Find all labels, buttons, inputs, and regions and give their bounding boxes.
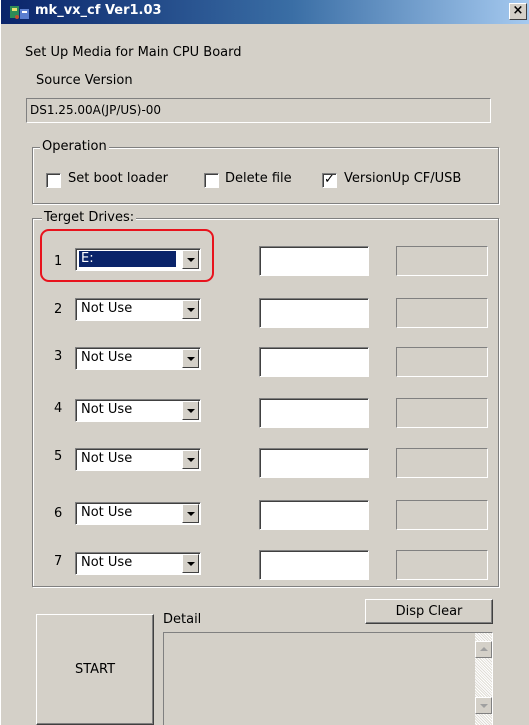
disp-clear-button[interactable]: Disp Clear [365,599,493,624]
source-version-value: DS1.25.00A(JP/US)-00 [30,103,162,117]
chevron-down-icon[interactable] [182,300,199,319]
chevron-down-icon[interactable] [182,450,199,469]
source-version-label: Source Version [36,73,133,88]
detail-scrollbar[interactable] [475,633,492,725]
target-drives-group-title: Terget Drives: [42,210,137,225]
drive-select-5-value: Not Use [81,451,133,466]
app-icon [10,6,29,19]
versionup-label[interactable]: VersionUp CF/USB [344,171,461,186]
delete-file-checkbox[interactable] [204,173,219,188]
drive-select-2[interactable]: Not Use [75,298,201,321]
window-title: mk_vx_cf Ver1.03 [35,3,162,18]
drive-progress-field-3[interactable] [259,347,369,377]
drive-select-4[interactable]: Not Use [75,399,201,422]
drive-number-7: 7 [54,554,63,569]
drive-status-field-6 [396,500,488,530]
drive-select-7[interactable]: Not Use [75,552,201,575]
drive-select-2-value: Not Use [81,301,133,316]
drive-select-6[interactable]: Not Use [75,502,201,525]
scroll-up-icon[interactable] [475,641,492,658]
versionup-checkbox[interactable]: ✓ [322,173,337,188]
drive-status-field-7 [396,550,488,580]
drive-select-7-value: Not Use [81,555,133,570]
source-version-field: DS1.25.00A(JP/US)-00 [26,98,491,123]
drive-progress-field-1[interactable] [259,246,369,276]
chevron-down-icon[interactable] [182,401,199,420]
drive-progress-field-4[interactable] [259,398,369,428]
detail-label: Detail [163,612,202,627]
drive-status-field-4 [396,398,488,428]
drive-select-3[interactable]: Not Use [75,347,201,370]
drive-number-3: 3 [54,349,63,364]
operation-group-title: Operation [40,139,109,154]
drive-select-5[interactable]: Not Use [75,448,201,471]
highlight-annotation [40,229,214,282]
close-button[interactable]: × [509,3,527,20]
main-window: mk_vx_cf Ver1.03 × Set Up Media for Main… [0,0,529,725]
close-icon: × [512,3,524,18]
drive-number-4: 4 [54,401,63,416]
set-boot-loader-checkbox[interactable] [46,173,61,188]
drive-status-field-5 [396,448,488,478]
drive-status-field-1 [396,246,488,276]
title-bar[interactable]: mk_vx_cf Ver1.03 × [1,0,529,24]
chevron-down-icon[interactable] [182,554,199,573]
chevron-down-icon[interactable] [182,504,199,523]
subtitle-label: Set Up Media for Main CPU Board [25,45,242,60]
drive-progress-field-5[interactable] [259,448,369,478]
drive-number-6: 6 [54,506,63,521]
drive-number-5: 5 [54,449,63,464]
drive-progress-field-6[interactable] [259,500,369,530]
drive-status-field-3 [396,347,488,377]
set-boot-loader-label[interactable]: Set boot loader [68,171,168,186]
start-button-label: START [74,662,116,677]
drive-select-4-value: Not Use [81,402,133,417]
detail-log-area[interactable] [163,632,493,725]
drive-select-6-value: Not Use [81,505,133,520]
delete-file-label[interactable]: Delete file [225,171,292,186]
drive-progress-field-2[interactable] [259,298,369,328]
scroll-down-icon[interactable] [475,697,492,714]
chevron-down-icon[interactable] [182,349,199,368]
drive-select-3-value: Not Use [81,350,133,365]
checkmark-icon: ✓ [324,172,335,187]
drive-number-2: 2 [54,302,63,317]
drive-progress-field-7[interactable] [259,550,369,580]
start-button[interactable]: START [36,614,154,725]
disp-clear-button-label: Disp Clear [395,604,463,619]
drive-status-field-2 [396,298,488,328]
